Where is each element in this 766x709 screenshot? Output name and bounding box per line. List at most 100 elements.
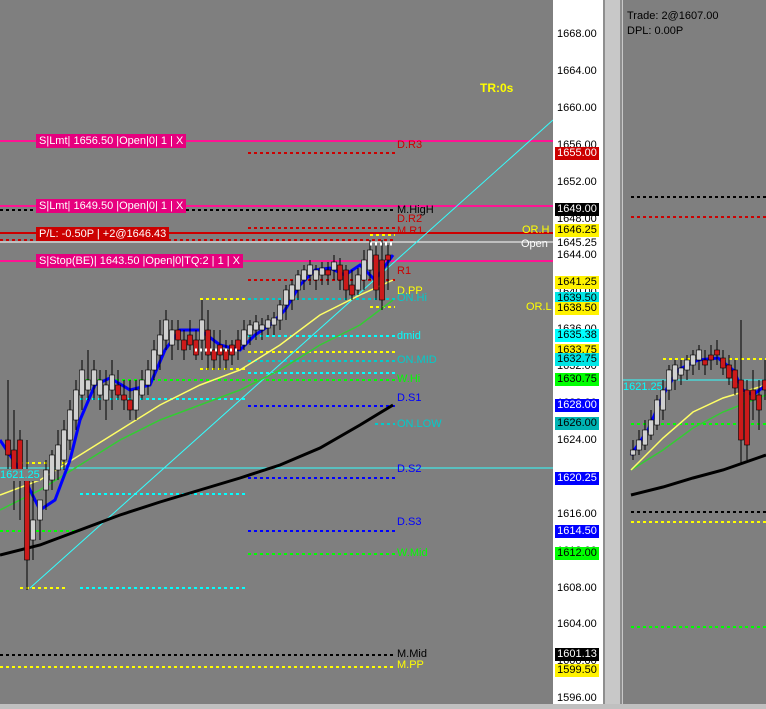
candle-body — [128, 400, 133, 410]
candle-body — [386, 255, 391, 260]
candle-body — [68, 410, 73, 440]
price-tag: 1601.13 — [555, 648, 599, 661]
price-tick-label: 1660.00 — [557, 102, 597, 114]
candle-body — [284, 290, 289, 305]
candle-body — [338, 265, 343, 280]
candle-body — [362, 260, 367, 280]
candle-body — [116, 385, 121, 395]
candle-body — [74, 390, 79, 420]
secondary-chart-canvas[interactable] — [623, 0, 766, 704]
candle-body — [110, 375, 115, 390]
candle-body — [715, 350, 720, 355]
price-tag: 1626.00 — [555, 417, 599, 430]
candle-body — [350, 285, 355, 295]
candle-body — [368, 250, 373, 270]
candle-body — [194, 340, 199, 355]
sma-blue — [0, 255, 393, 510]
candle-body — [380, 260, 385, 300]
candle-body — [242, 330, 247, 345]
candle-body — [6, 440, 11, 455]
candle-body — [691, 355, 696, 365]
candle-body — [158, 335, 163, 355]
price-tick-label: 1652.00 — [557, 176, 597, 188]
candle-body — [176, 330, 181, 340]
candle-body — [320, 268, 325, 275]
candle-body — [134, 390, 139, 410]
label-r1: R1 — [397, 265, 411, 277]
label-or-h: OR.H — [522, 224, 550, 236]
candle-body — [200, 320, 205, 340]
candle-body — [152, 350, 157, 370]
candle-body — [643, 430, 648, 445]
price-tick-label: 1624.00 — [557, 434, 597, 446]
candle-body — [188, 335, 193, 345]
candle-body — [667, 370, 672, 390]
candle-body — [709, 355, 714, 360]
candle-body — [140, 380, 145, 395]
candle-body — [374, 255, 379, 290]
ma-black — [0, 405, 393, 555]
candle-body — [751, 390, 756, 400]
price-tag: 1638.50 — [555, 302, 599, 315]
price-tick-label: 1604.00 — [557, 618, 597, 630]
order-lmt-1649[interactable]: S|Lmt| 1649.50 |Open|0| 1 | X — [36, 199, 186, 213]
main-chart-panel[interactable]: TR:0s S|Lmt| 1656.50 |Open|0| 1 | X S|Lm… — [0, 0, 553, 704]
label-or-l: OR.L — [526, 301, 552, 313]
label-w-mid: W.Mid — [397, 547, 428, 559]
candle-body — [679, 368, 684, 375]
pane-divider[interactable] — [603, 0, 623, 704]
secondary-chart-panel[interactable]: Trade: 2@1607.00 DPL: 0.00P 1621.25 — [623, 0, 766, 704]
candle-body — [80, 370, 85, 395]
candle-body — [12, 450, 17, 470]
price-tag: 1628.00 — [555, 399, 599, 412]
cyan-level-label: 1621.25 — [0, 469, 40, 481]
candle-body — [98, 380, 103, 395]
candle-body — [182, 340, 187, 350]
label-on-hi: ON.Hi — [397, 292, 427, 304]
price-tick-label: 1616.00 — [557, 508, 597, 520]
candle-body — [260, 325, 265, 330]
candle-body — [649, 420, 654, 435]
candle-body — [739, 380, 744, 440]
price-chart-canvas[interactable] — [0, 0, 553, 704]
price-axis[interactable]: 1668.001664.001660.001656.001652.001648.… — [553, 0, 603, 704]
candle-body — [673, 365, 678, 380]
candle-body — [56, 445, 61, 470]
candle-body — [314, 270, 319, 280]
candle-body — [308, 265, 313, 275]
candle-body — [290, 285, 295, 300]
candle-body — [296, 275, 301, 290]
candle-body — [344, 270, 349, 290]
order-lmt-1656[interactable]: S|Lmt| 1656.50 |Open|0| 1 | X — [36, 134, 186, 148]
candle-body — [631, 450, 636, 455]
position-pnl-bar[interactable]: P/L: -0.50P | +2@1646.43 — [36, 227, 169, 241]
price-tag: 1649.00 — [555, 203, 599, 216]
price-tick-label: 1668.00 — [557, 28, 597, 40]
candle-body — [272, 318, 277, 325]
label-d-s2: D.S2 — [397, 463, 421, 475]
price-tick-label: 1664.00 — [557, 65, 597, 77]
candle-body — [50, 455, 55, 480]
candle-body — [763, 380, 766, 390]
price-tag: 1614.50 — [555, 525, 599, 538]
candle-body — [164, 320, 169, 340]
label-on-mid: ON.MID — [397, 354, 437, 366]
candle-body — [278, 305, 283, 320]
price-tag: 1632.75 — [555, 353, 599, 366]
label-on-low: ON.LOW — [397, 418, 442, 430]
label-m-pp: M.PP — [397, 659, 424, 671]
label-w-hi: W.Hi — [397, 373, 420, 385]
candle-body — [302, 270, 307, 280]
price-tag: 1599.50 — [555, 664, 599, 677]
candle-body — [31, 520, 36, 540]
label-dmid: dmid — [397, 330, 421, 342]
candle-body — [332, 262, 337, 270]
trade-info: Trade: 2@1607.00 — [627, 10, 719, 22]
candle-body — [745, 390, 750, 445]
order-stop-be[interactable]: S|Stop(BE)| 1643.50 |Open|0|TQ:2 | 1 | X — [36, 254, 243, 268]
candle-body — [86, 380, 91, 390]
price-tag: 1655.00 — [555, 147, 599, 160]
r-ma-black — [631, 455, 766, 495]
candle-body — [254, 322, 259, 330]
candle-body — [356, 275, 361, 290]
